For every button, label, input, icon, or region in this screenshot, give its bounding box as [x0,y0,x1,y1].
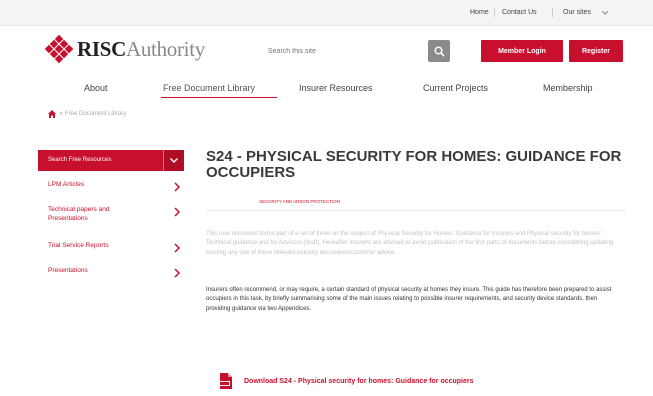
logo-wordmark: RISCAuthority [77,37,205,62]
pdf-file-icon [219,373,232,389]
site-logo[interactable]: RISCAuthority [44,34,205,64]
download-label: Download S24 - Physical security for hom… [244,377,474,385]
body-paragraph: Insurers often recommend, or may require… [206,287,612,312]
nav-item-about[interactable]: About [84,83,108,93]
nav-item-current-projects[interactable]: Current Projects [423,83,488,93]
sidebar-toggle-button[interactable] [163,150,184,171]
chevron-right-icon [174,182,181,192]
breadcrumb-current[interactable]: Free Document Library [65,111,126,117]
sidebar-item-label: Presentations [48,267,88,274]
chevron-right-icon [174,243,181,253]
nav-item-free-document-library[interactable]: Free Document Library [163,83,255,93]
search-input[interactable] [262,40,424,62]
risc-diamond-logo-icon [44,34,74,64]
download-link[interactable]: Download S24 - Physical security for hom… [219,373,474,389]
top-utility-bar: Home Contact Us Our sites [0,0,653,26]
divider [206,210,626,211]
member-login-button[interactable]: Member Login [481,40,563,62]
chevron-right-icon [174,268,181,278]
top-link-our-sites[interactable]: Our sites [563,9,591,16]
chevron-down-icon [602,11,608,15]
search-icon [434,46,445,57]
active-nav-underline [161,97,277,98]
sidebar-item-trial-service-reports[interactable]: Trial Service Reports [48,241,184,253]
logo-wordmark-bold: RISC [77,36,126,61]
register-button[interactable]: Register [569,40,623,62]
sidebar-item-presentations[interactable]: Presentations [48,266,184,278]
intro-paragraph: This new document forms part of a set of… [206,231,614,256]
page-title: S24 - PHYSICAL SECURITY FOR HOMES: GUIDA… [206,148,622,181]
nav-item-membership[interactable]: Membership [543,83,593,93]
chevron-down-icon [170,158,178,163]
sidebar-item-label: Trial Service Reports [48,242,109,249]
top-separator [552,8,553,17]
chevron-right-icon [174,207,181,217]
breadcrumb-separator-icon: › [60,111,62,117]
top-link-contact[interactable]: Contact Us [502,9,537,16]
home-icon[interactable] [48,110,56,118]
nav-item-insurer-resources[interactable]: Insurer Resources [299,83,373,93]
category-link[interactable]: SECURITY AND ARSON PROTECTION [259,199,340,204]
breadcrumb: › Free Document Library [48,110,126,118]
logo-wordmark-light: Authority [125,36,205,61]
sidebar-item-lpm-articles[interactable]: LPM Articles [48,180,184,192]
sidebar-item-label: Technical papers and Presentations [48,206,110,222]
sidebar-item-label: LPM Articles [48,181,85,188]
sidebar-header[interactable]: Search Free Resources [38,150,184,171]
sidebar-header-label: Search Free Resources [48,157,112,163]
search-button[interactable] [428,40,450,62]
top-link-home[interactable]: Home [470,9,489,16]
top-separator [494,8,495,17]
sidebar-item-technical-papers[interactable]: Technical papers and Presentations [48,205,184,223]
